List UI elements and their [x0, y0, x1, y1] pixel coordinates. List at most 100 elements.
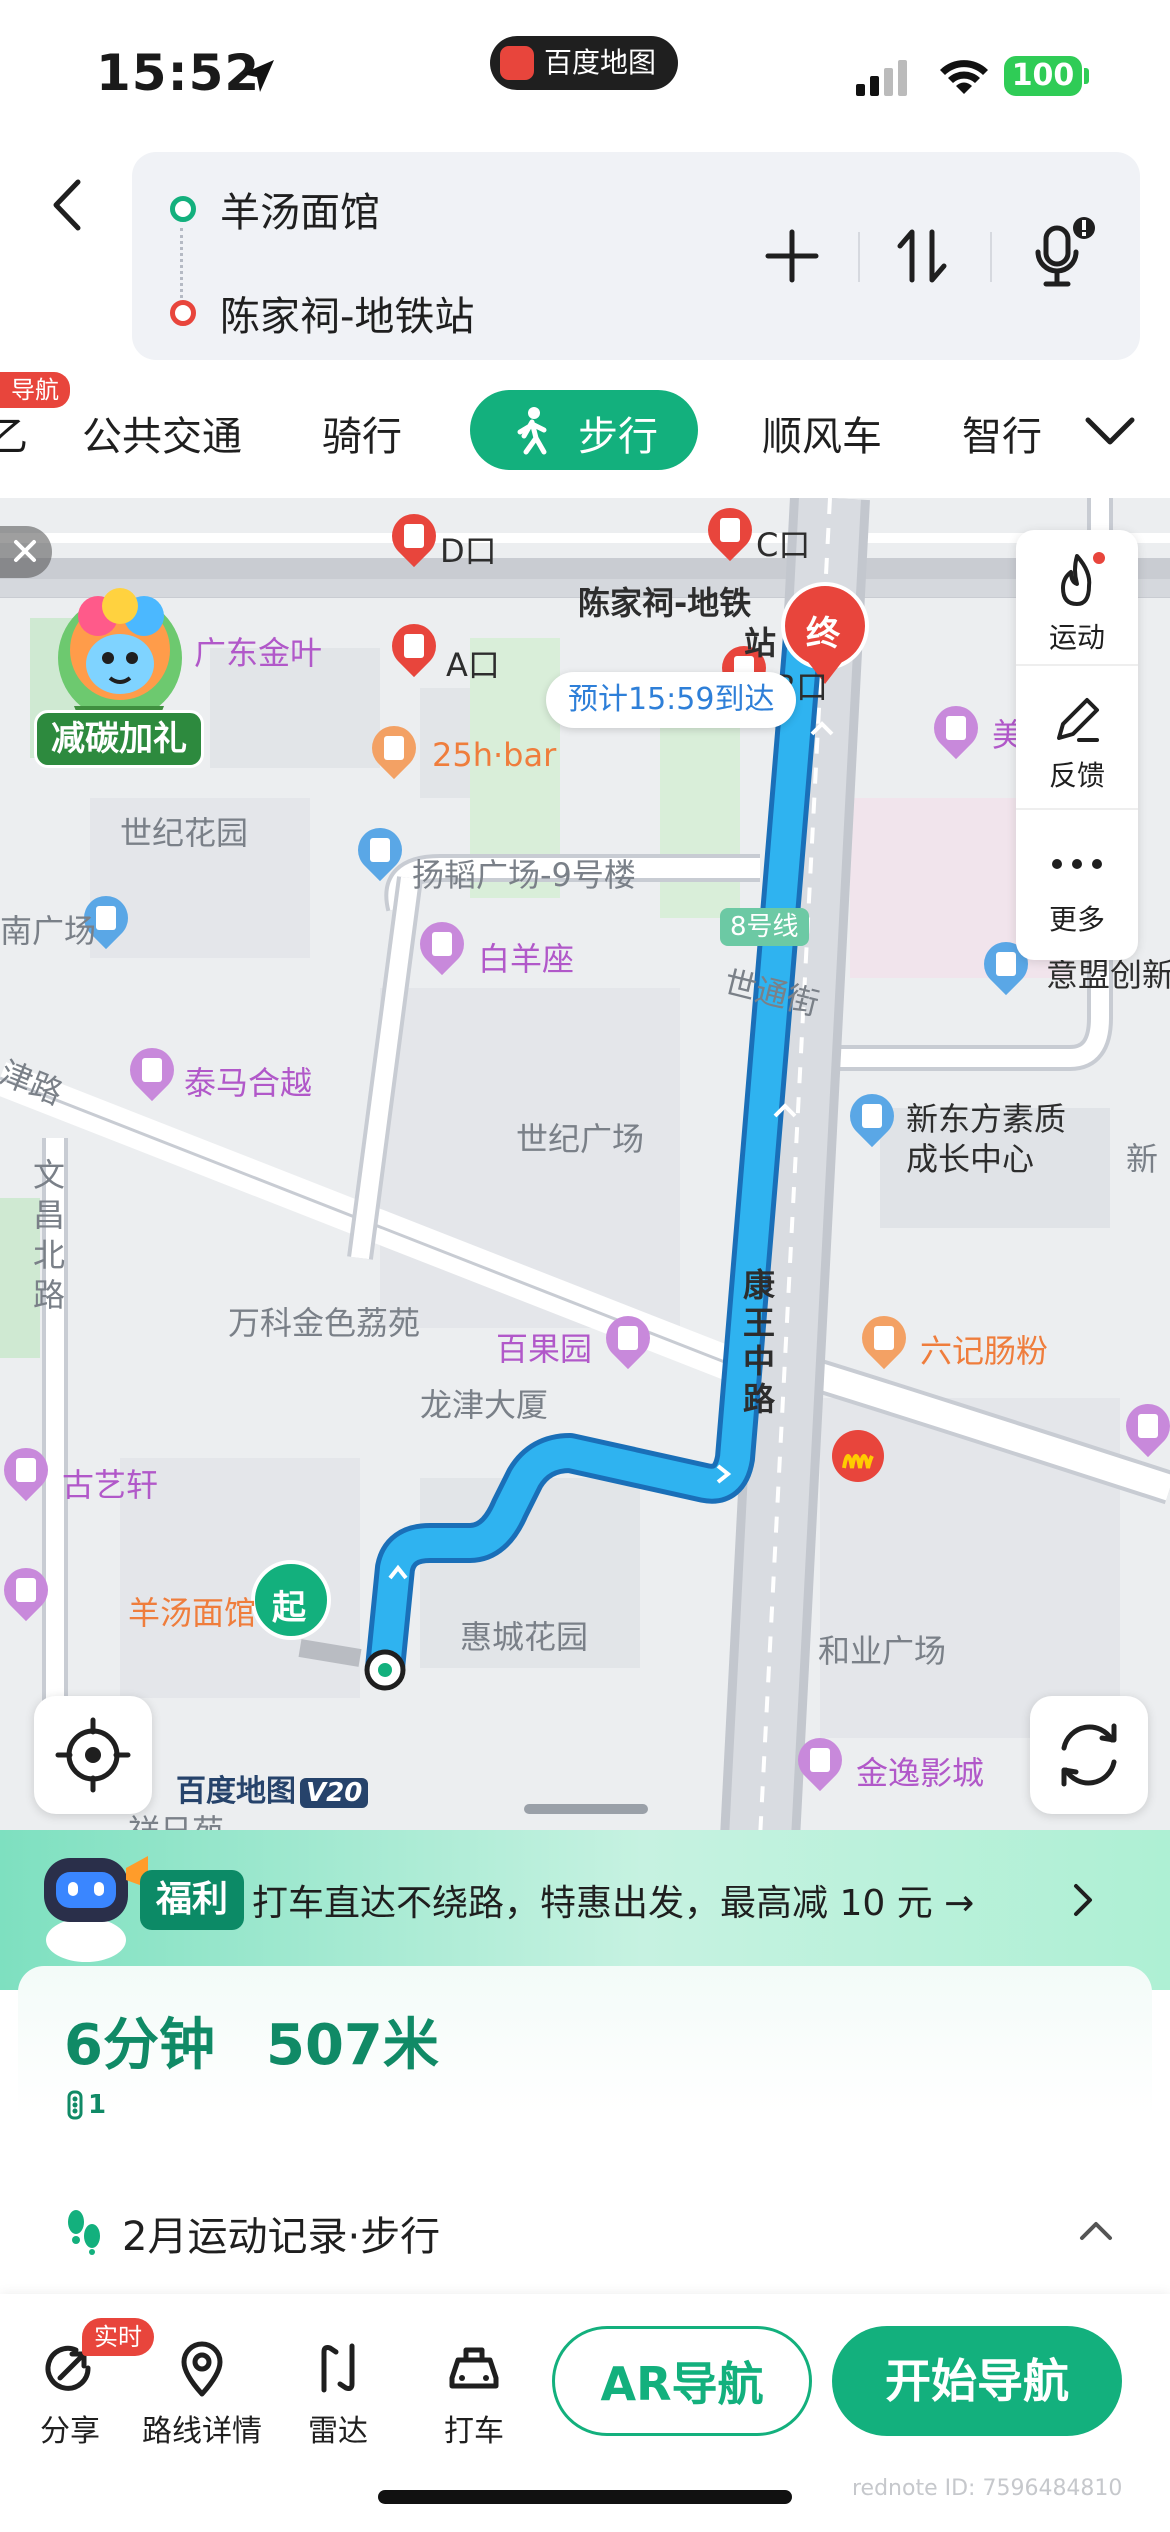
map-label: 25h·bar: [432, 736, 557, 774]
crosshair-icon: [55, 1717, 131, 1793]
side-panel-divider: [1016, 664, 1138, 666]
route-connector: [180, 228, 183, 298]
chevron-up-icon[interactable]: [1076, 2216, 1116, 2246]
toolbar-divider: [858, 232, 860, 282]
refresh-button[interactable]: [1030, 1696, 1148, 1814]
taxi-button[interactable]: 打车: [404, 2338, 544, 2450]
map-label: C口: [756, 526, 811, 564]
back-icon[interactable]: [40, 170, 100, 240]
flame-icon: [1061, 552, 1105, 606]
share-label: 分享: [40, 2414, 100, 2449]
exercise-record-label: 2月运动记录·步行: [122, 2214, 441, 2260]
radar-icon: [321, 2343, 355, 2393]
map-label-station: 站: [744, 624, 777, 662]
map-label: 羊汤面馆: [128, 1594, 257, 1632]
walking-icon: [517, 407, 547, 455]
home-indicator[interactable]: [378, 2490, 792, 2504]
map-label: 古艺轩: [62, 1466, 159, 1504]
radar-button[interactable]: 雷达: [268, 2338, 408, 2450]
signal-icon: [856, 60, 907, 96]
route-detail-label: 路线详情: [142, 2414, 262, 2449]
end-location-field[interactable]: 陈家祠-地铁站: [220, 284, 474, 342]
start-marker[interactable]: 起: [272, 1580, 306, 1629]
traffic-light-icon: [67, 2090, 83, 2120]
robot-mascot-icon: [44, 1856, 148, 1962]
footprint-icon: [68, 2210, 100, 2255]
route-distance: 507米: [266, 2013, 439, 2078]
more-button[interactable]: 更多: [1016, 836, 1138, 938]
pen-icon: [1057, 698, 1099, 742]
map-label: 白羊座: [478, 940, 575, 978]
app-name: 百度地图: [544, 46, 657, 79]
sport-label: 运动: [1048, 621, 1105, 654]
map-label: 龙津大厦: [420, 1386, 549, 1424]
end-point-dot: [170, 300, 196, 326]
map-label: D口: [440, 532, 497, 570]
locate-me-button[interactable]: [34, 1696, 152, 1814]
map-label: 成长中心: [906, 1140, 1035, 1178]
map-pin-icon: [181, 2341, 223, 2397]
tab-cycling[interactable]: 骑行: [322, 404, 402, 462]
status-bar: 15:52 百度地图 100: [0, 0, 1170, 150]
wifi-icon: [940, 60, 988, 94]
chevron-down-icon[interactable]: [1082, 410, 1138, 450]
route-detail-button[interactable]: 路线详情: [132, 2338, 272, 2450]
feedback-label: 反馈: [1048, 759, 1105, 792]
map-label: 新: [1126, 1140, 1159, 1178]
close-icon-glyph: [14, 540, 36, 562]
tab-walking-label: 步行: [578, 414, 658, 460]
map-side-panel: 运动 反馈 更多: [1016, 530, 1138, 960]
map-label: 和业广场: [818, 1632, 947, 1670]
map-label-street: 文昌北路: [28, 1158, 66, 1318]
tab-nav-badge: 导航: [0, 372, 70, 408]
map-label: 万科金色荔苑: [228, 1304, 421, 1342]
start-navigation-button[interactable]: 开始导航: [832, 2326, 1122, 2436]
map-label: 六记肠粉: [920, 1332, 1049, 1370]
map-label: 百果园: [496, 1330, 593, 1368]
map-label: 广东金叶: [194, 634, 323, 672]
toolbar-divider: [990, 232, 992, 282]
taxi-label: 打车: [444, 2414, 504, 2449]
promo-text: 打车直达不绕路，特惠出发，最高减 10 元 →: [252, 1883, 975, 1924]
battery-tip: [1084, 68, 1089, 84]
location-arrow-icon: [242, 60, 274, 92]
traffic-light-count: 1: [88, 2090, 107, 2120]
close-icon[interactable]: [0, 526, 52, 578]
tab-hitch-ride[interactable]: 顺风车: [762, 404, 882, 462]
side-panel-divider: [1016, 808, 1138, 810]
eta-bubble: 预计15:59到达: [546, 672, 797, 728]
refresh-icon: [1061, 1723, 1117, 1787]
tab-walking[interactable]: 步行: [470, 390, 698, 470]
tab-public-transit[interactable]: 公共交通: [82, 404, 242, 462]
route-duration: 6分钟: [64, 2013, 215, 2078]
app-indicator-pill[interactable]: 百度地图: [490, 36, 678, 90]
map-watermark: 百度地图 V20: [176, 1766, 369, 1810]
chevron-right-icon[interactable]: [1068, 1880, 1098, 1920]
battery-icon: 100: [1004, 56, 1082, 96]
end-marker[interactable]: 终: [806, 606, 840, 655]
map-label: 世纪广场: [516, 1120, 645, 1158]
map-label-station: 陈家祠-地铁: [578, 584, 752, 622]
status-time: 15:52: [96, 44, 261, 102]
add-waypoint-icon[interactable]: [762, 226, 822, 286]
promo-badge-label[interactable]: 减碳加礼: [34, 710, 204, 768]
map-label: 金逸影城: [856, 1754, 985, 1792]
swap-icon[interactable]: [892, 226, 952, 286]
map-label: A口: [446, 646, 500, 684]
tab-smart-travel[interactable]: 智行: [962, 404, 1042, 462]
sport-button[interactable]: 运动: [1016, 550, 1138, 656]
map-label: 扬韬广场-9号楼: [412, 856, 636, 894]
start-point-dot: [170, 196, 196, 222]
tab-partial-left[interactable]: 乙: [0, 404, 28, 462]
voice-icon[interactable]: [1028, 214, 1098, 294]
metro-line-badge: 8号线: [720, 908, 809, 946]
sheet-drag-handle[interactable]: [524, 1804, 648, 1814]
feedback-button[interactable]: 反馈: [1016, 692, 1138, 794]
watermark-text: 百度地图: [176, 1774, 296, 1809]
radar-label: 雷达: [308, 2414, 368, 2449]
ar-navigation-button[interactable]: AR导航: [552, 2326, 812, 2436]
rednote-watermark: rednote ID: 7596484810: [852, 2476, 1123, 2501]
start-location-field[interactable]: 羊汤面馆: [220, 180, 380, 238]
baidu-map-logo-icon: [500, 46, 534, 80]
more-dots-icon: [1052, 859, 1102, 869]
